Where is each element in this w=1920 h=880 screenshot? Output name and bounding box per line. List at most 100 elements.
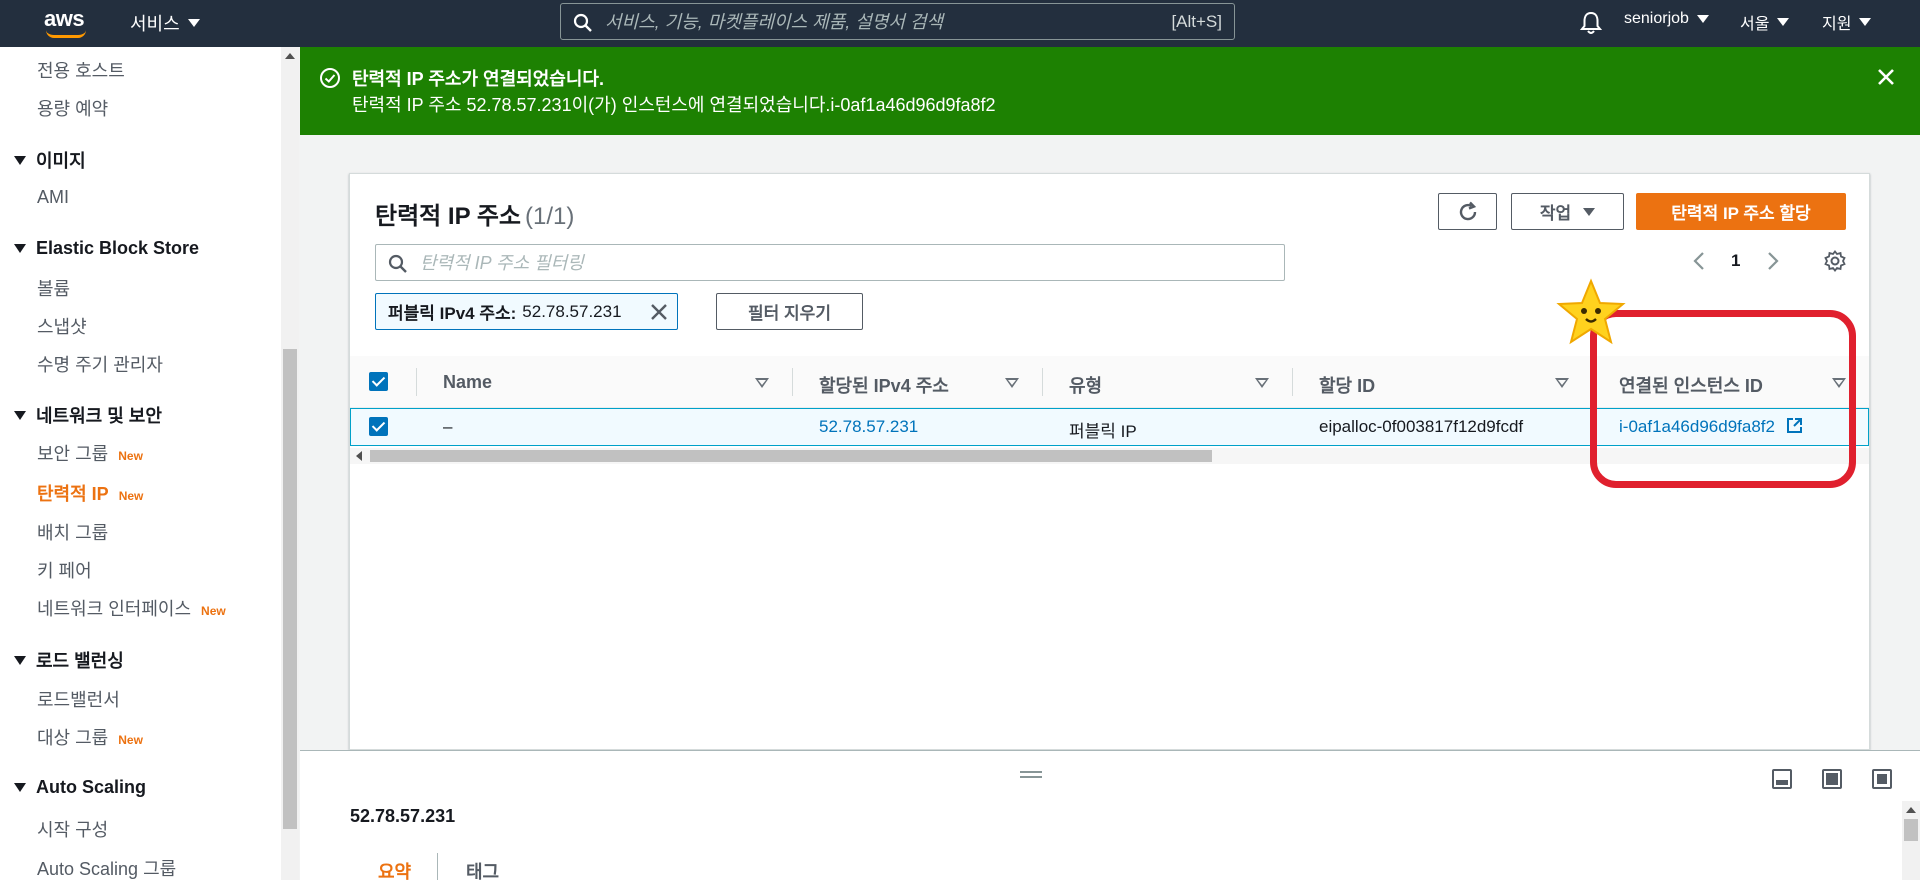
gear-icon[interactable] xyxy=(1824,250,1846,272)
allocate-elastic-ip-button[interactable]: 탄력적 IP 주소 할당 xyxy=(1636,193,1846,230)
caret-down-icon xyxy=(14,244,26,253)
sidebar-section-auto-scaling[interactable]: Auto Scaling xyxy=(14,777,146,798)
account-menu[interactable]: seniorjob xyxy=(1624,10,1709,28)
sidebar-section-network-security[interactable]: 네트워크 및 보안 xyxy=(14,402,162,428)
scroll-up-arrow-icon[interactable] xyxy=(285,53,295,59)
search-icon xyxy=(573,13,592,32)
cell-ipv4[interactable]: 52.78.57.231 xyxy=(819,417,918,437)
scroll-up-arrow-icon[interactable] xyxy=(1906,807,1916,813)
sidebar-item-launch-configurations[interactable]: 시작 구성 xyxy=(37,816,108,842)
caret-down-icon xyxy=(1859,18,1872,26)
sidebar-item-network-interfaces[interactable]: 네트워크 인터페이스 New xyxy=(37,595,226,621)
refresh-button[interactable] xyxy=(1438,193,1497,230)
tab-summary[interactable]: 요약 xyxy=(378,858,411,880)
external-link-icon[interactable] xyxy=(1786,417,1803,434)
filter-token-value: 52.78.57.231 xyxy=(522,301,622,321)
close-icon[interactable] xyxy=(1876,67,1896,87)
caret-down-icon xyxy=(1583,207,1596,216)
sidebar-section-label: Auto Scaling xyxy=(36,777,147,797)
region-menu[interactable]: 서울 xyxy=(1740,10,1790,34)
tab-tags[interactable]: 태그 xyxy=(466,858,499,880)
filter-token-key: 퍼블릭 IPv4 주소: xyxy=(388,304,517,323)
bell-icon[interactable] xyxy=(1580,11,1602,35)
sidebar-section-images[interactable]: 이미지 xyxy=(14,147,86,173)
filter-input[interactable] xyxy=(420,249,1260,277)
dock-side-icon[interactable] xyxy=(1822,769,1842,789)
new-badge: New xyxy=(118,733,143,747)
row-checkbox[interactable] xyxy=(369,417,388,436)
selection-count: (1/1) xyxy=(524,203,575,230)
sort-icon[interactable] xyxy=(1555,378,1569,388)
sidebar-item-ami[interactable]: AMI xyxy=(37,187,69,208)
sidebar-section-label: 로드 밸런싱 xyxy=(36,651,124,671)
scrollbar-thumb[interactable] xyxy=(370,450,1212,462)
sidebar-item-load-balancers[interactable]: 로드밸런서 xyxy=(37,686,120,712)
scroll-left-arrow-icon[interactable] xyxy=(356,451,362,461)
scrollbar-thumb[interactable] xyxy=(283,349,297,829)
sidebar-item-auto-scaling-groups[interactable]: Auto Scaling 그룹 xyxy=(37,855,176,880)
aws-logo[interactable]: aws xyxy=(44,6,92,40)
page-title: 탄력적 IP 주소 (1/1) xyxy=(375,196,574,231)
sidebar-item-capacity-reservations[interactable]: 용량 예약 xyxy=(37,95,108,121)
sidebar-section-load-balancing[interactable]: 로드 밸런싱 xyxy=(14,647,124,673)
elastic-ips-panel: 탄력적 IP 주소(1/1) 작업 탄력적 IP 주소 할당 1 퍼블릭 IPv… xyxy=(349,173,1870,750)
sidebar-item-dedicated-hosts[interactable]: 전용 호스트 xyxy=(37,57,125,83)
sort-icon[interactable] xyxy=(1005,378,1019,388)
column-header-type[interactable]: 유형 xyxy=(1069,372,1102,398)
tab-divider xyxy=(437,853,438,880)
clear-filters-label: 필터 지우기 xyxy=(748,304,831,323)
caret-down-icon xyxy=(14,783,26,792)
services-menu-button[interactable]: 서비스 xyxy=(130,10,200,36)
column-header-instance-id[interactable]: 연결된 인스턴스 ID xyxy=(1619,372,1763,398)
filter-box[interactable] xyxy=(375,244,1285,281)
sidebar-item-label: 네트워크 인터페이스 xyxy=(37,599,192,619)
chevron-right-icon[interactable] xyxy=(1766,250,1780,272)
table-header: Name 할당된 IPv4 주소 유형 할당 ID 연결된 인스턴스 ID xyxy=(350,356,1869,408)
global-search-input[interactable] xyxy=(605,8,1125,36)
actions-dropdown-button[interactable]: 작업 xyxy=(1511,193,1624,230)
sort-icon[interactable] xyxy=(755,378,769,388)
sidebar-item-volumes[interactable]: 볼륨 xyxy=(37,275,70,301)
flash-title: 탄력적 IP 주소가 연결되었습니다. xyxy=(352,69,604,89)
global-search[interactable]: [Alt+S] xyxy=(560,3,1235,40)
sidebar-item-placement-groups[interactable]: 배치 그룹 xyxy=(37,519,108,545)
sidebar-item-security-groups[interactable]: 보안 그룹 New xyxy=(37,440,143,466)
column-divider xyxy=(1042,368,1043,396)
new-badge: New xyxy=(118,489,144,503)
resize-handle[interactable] xyxy=(1020,771,1042,778)
scrollbar-thumb[interactable] xyxy=(1904,819,1918,841)
sidebar-scrollbar[interactable] xyxy=(281,47,299,880)
table-horizontal-scrollbar[interactable] xyxy=(350,448,1869,464)
cell-instance-id[interactable]: i-0af1a46d96d9fa8f2 xyxy=(1619,417,1803,437)
close-icon[interactable] xyxy=(649,302,669,322)
caret-down-icon xyxy=(14,155,26,165)
full-view-icon[interactable] xyxy=(1872,769,1892,789)
column-divider xyxy=(416,368,417,396)
chevron-left-icon[interactable] xyxy=(1692,250,1706,272)
split-panel-scrollbar[interactable] xyxy=(1902,801,1920,880)
sidebar-item-lifecycle-manager[interactable]: 수명 주기 관리자 xyxy=(37,351,163,377)
sidebar-item-key-pairs[interactable]: 키 페어 xyxy=(37,557,92,583)
sort-icon[interactable] xyxy=(1255,378,1269,388)
sidebar-section-ebs[interactable]: Elastic Block Store xyxy=(14,238,199,259)
star-sticker-icon xyxy=(1556,278,1626,345)
sidebar-item-elastic-ips[interactable]: 탄력적 IP New xyxy=(37,480,143,506)
column-divider xyxy=(1292,368,1293,396)
current-page[interactable]: 1 xyxy=(1731,246,1740,276)
table-row[interactable]: – 52.78.57.231 퍼블릭 IP eipalloc-0f003817f… xyxy=(350,408,1869,446)
support-menu[interactable]: 지원 xyxy=(1822,10,1872,34)
dock-bottom-icon[interactable] xyxy=(1772,769,1792,789)
caret-down-icon xyxy=(14,655,26,665)
new-badge: New xyxy=(201,604,226,618)
clear-filters-button[interactable]: 필터 지우기 xyxy=(716,293,863,330)
sidebar-item-target-groups[interactable]: 대상 그룹 New xyxy=(37,724,143,750)
instance-id-link[interactable]: i-0af1a46d96d9fa8f2 xyxy=(1619,417,1775,436)
column-header-name[interactable]: Name xyxy=(443,372,492,393)
services-label: 서비스 xyxy=(130,14,180,34)
sort-icon[interactable] xyxy=(1832,378,1846,388)
sidebar-item-snapshots[interactable]: 스냅샷 xyxy=(37,313,87,339)
column-header-ipv4[interactable]: 할당된 IPv4 주소 xyxy=(819,372,949,398)
split-panel-view-controls xyxy=(1772,769,1892,789)
select-all-checkbox[interactable] xyxy=(369,372,388,391)
column-header-allocation-id[interactable]: 할당 ID xyxy=(1319,372,1375,398)
